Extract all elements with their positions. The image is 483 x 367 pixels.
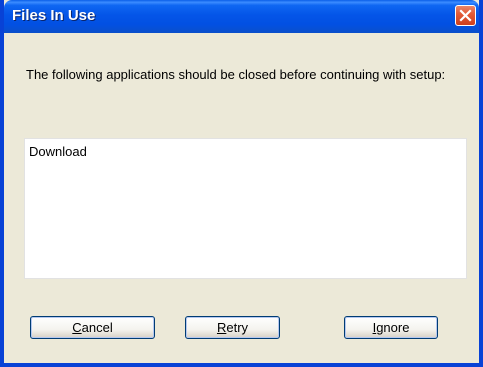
instruction-text: The following applications should be clo… [26,67,446,82]
applications-list[interactable]: Download [24,138,467,279]
list-item[interactable]: Download [29,144,87,160]
retry-label: etry [226,320,249,335]
cancel-label: ancel [81,320,113,335]
retry-button[interactable]: Retry [185,316,280,339]
cancel-button[interactable]: Cancel [30,316,155,339]
retry-accelerator: R [216,320,227,335]
close-button[interactable] [455,5,476,26]
files-in-use-dialog: Files In Use The following applications … [0,0,483,367]
close-icon [459,9,472,22]
ignore-button[interactable]: Ignore [344,316,438,339]
title-bar[interactable]: Files In Use [4,0,479,33]
ignore-label: gnore [376,320,410,335]
window-title: Files In Use [12,7,96,24]
cancel-accelerator: C [72,320,82,335]
